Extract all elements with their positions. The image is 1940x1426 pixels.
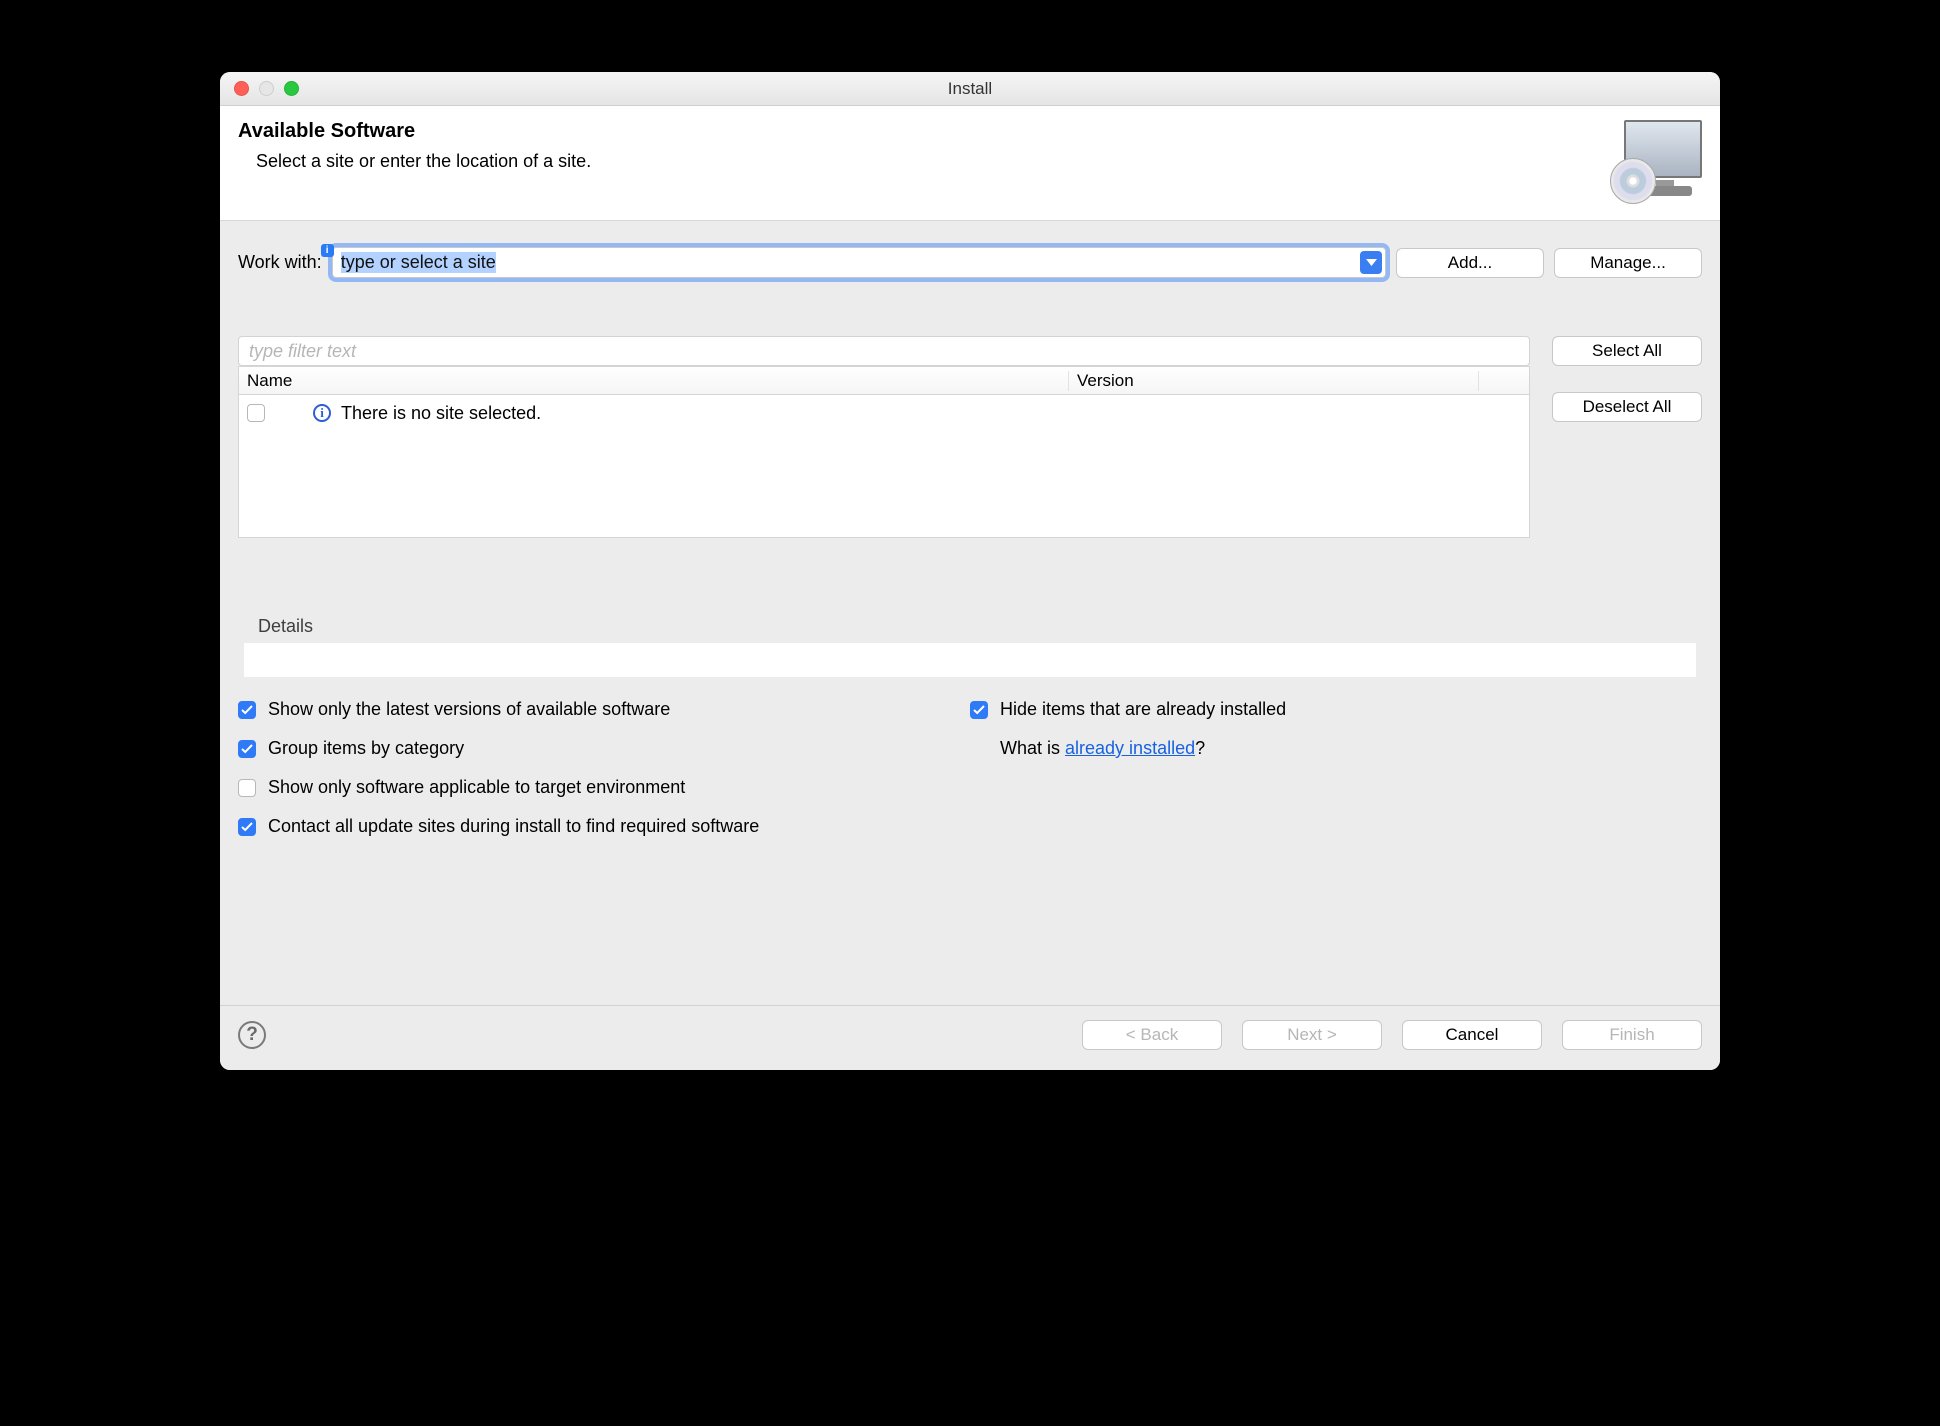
checkbox-icon[interactable] — [238, 818, 256, 836]
install-icon — [1610, 120, 1702, 206]
what-is-installed-row: What is already installed? — [970, 738, 1702, 759]
wizard-footer: ? < Back Next > Cancel Finish — [220, 1005, 1720, 1070]
work-with-row: Work with: i Add... Manage... — [238, 247, 1702, 278]
titlebar: Install — [220, 72, 1720, 106]
add-button[interactable]: Add... — [1396, 248, 1544, 278]
cancel-button[interactable]: Cancel — [1402, 1020, 1542, 1050]
row-checkbox[interactable] — [247, 404, 265, 422]
table-header: Name Version — [239, 367, 1529, 395]
checkbox-icon[interactable] — [238, 740, 256, 758]
option-group-category[interactable]: Group items by category — [238, 738, 970, 759]
page-subtitle: Select a site or enter the location of a… — [238, 151, 591, 172]
filter-input[interactable] — [238, 336, 1530, 366]
software-table: Name Version i There is no site selected… — [238, 366, 1530, 538]
details-label: Details — [244, 616, 1696, 637]
checkbox-icon[interactable] — [970, 701, 988, 719]
wizard-header: Available Software Select a site or ente… — [220, 106, 1720, 221]
column-name[interactable]: Name — [239, 371, 1069, 391]
table-row: i There is no site selected. — [247, 399, 1521, 427]
checkbox-icon[interactable] — [238, 779, 256, 797]
column-version[interactable]: Version — [1069, 371, 1479, 391]
details-box — [244, 643, 1696, 677]
deselect-all-button[interactable]: Deselect All — [1552, 392, 1702, 422]
manage-button[interactable]: Manage... — [1554, 248, 1702, 278]
work-with-label: Work with: i — [238, 252, 322, 273]
window-title: Install — [220, 79, 1720, 99]
work-with-combo[interactable] — [332, 247, 1386, 278]
finish-button[interactable]: Finish — [1562, 1020, 1702, 1050]
help-icon[interactable]: ? — [238, 1021, 266, 1049]
option-hide-installed[interactable]: Hide items that are already installed — [970, 699, 1702, 720]
select-all-button[interactable]: Select All — [1552, 336, 1702, 366]
info-badge-icon: i — [321, 244, 334, 257]
window-controls — [220, 81, 299, 96]
work-with-input[interactable] — [333, 248, 1360, 277]
page-title: Available Software — [238, 120, 591, 143]
install-dialog: Install Available Software Select a site… — [220, 72, 1720, 1070]
zoom-window-icon[interactable] — [284, 81, 299, 96]
option-applicable-only[interactable]: Show only software applicable to target … — [238, 777, 970, 798]
close-window-icon[interactable] — [234, 81, 249, 96]
checkbox-icon[interactable] — [238, 701, 256, 719]
minimize-window-icon[interactable] — [259, 81, 274, 96]
dropdown-arrow-icon[interactable] — [1360, 251, 1382, 274]
back-button[interactable]: < Back — [1082, 1020, 1222, 1050]
empty-message: There is no site selected. — [341, 403, 541, 424]
info-icon: i — [313, 404, 331, 422]
option-contact-sites[interactable]: Contact all update sites during install … — [238, 816, 970, 837]
next-button[interactable]: Next > — [1242, 1020, 1382, 1050]
option-show-latest[interactable]: Show only the latest versions of availab… — [238, 699, 970, 720]
already-installed-link[interactable]: already installed — [1065, 738, 1195, 758]
